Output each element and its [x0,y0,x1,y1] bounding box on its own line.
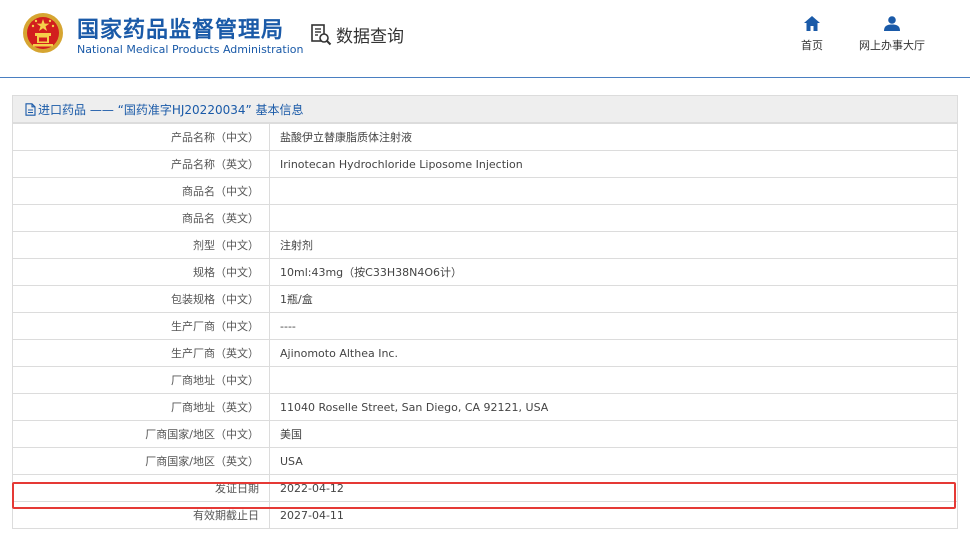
field-label: 包装规格（中文） [12,285,270,313]
field-label: 剂型（中文） [12,231,270,259]
field-value: 2022-04-12 [269,474,958,502]
org-name-en[interactable]: National Medical Products Administration [77,43,303,56]
field-label: 有效期截止日 [12,501,270,529]
panel-title-text: 进口药品 —— “国药准字HJ20220034” 基本信息 [38,102,304,117]
field-value: 10ml:43mg（按C33H38N4O6计） [269,258,958,286]
table-row-issue-date: 发证日期 2022-04-12 [12,474,958,502]
field-value: USA [269,447,958,475]
panel-title: 进口药品 —— “国药准字HJ20220034” 基本信息 [12,95,958,123]
table-row: 产品名称（中文） 盐酸伊立替康脂质体注射液 [12,123,958,151]
field-label: 规格（中文） [12,258,270,286]
document-icon [25,102,36,116]
field-label: 厂商地址（中文） [12,366,270,394]
data-query-label: 数据查询 [336,27,404,47]
field-value: 11040 Roselle Street, San Diego, CA 9212… [269,393,958,421]
field-label: 厂商地址（英文） [12,393,270,421]
field-label: 厂商国家/地区（中文） [12,420,270,448]
table-row: 有效期截止日 2027-04-11 [12,501,958,529]
table-row: 厂商地址（中文） [12,366,958,394]
field-value: 1瓶/盒 [269,285,958,313]
table-row: 商品名（英文） [12,204,958,232]
user-icon [884,16,900,31]
nav-home-label: 首页 [801,39,823,52]
table-row: 厂商地址（英文） 11040 Roselle Street, San Diego,… [12,393,958,421]
field-label: 产品名称（英文） [12,150,270,178]
document-search-icon [311,23,332,45]
table-row: 商品名（中文） [12,177,958,205]
national-emblem-icon [23,13,63,53]
nav-home[interactable]: 首页 [767,16,857,53]
field-value: Irinotecan Hydrochloride Liposome Inject… [269,150,958,178]
table-row: 生产厂商（英文） Ajinomoto Althea Inc. [12,339,958,367]
table-row: 产品名称（英文） Irinotecan Hydrochloride Liposom… [12,150,958,178]
data-query-link[interactable]: 数据查询 [310,22,404,47]
field-label: 产品名称（中文） [12,123,270,151]
field-value: 盐酸伊立替康脂质体注射液 [269,123,958,151]
field-label: 生产厂商（英文） [12,339,270,367]
field-label: 商品名（中文） [12,177,270,205]
field-value: Ajinomoto Althea Inc. [269,339,958,367]
site-header: 国家药品监督管理局 National Medical Products Admi… [0,0,970,78]
table-row: 剂型（中文） 注射剂 [12,231,958,259]
field-label: 生产厂商（中文） [12,312,270,340]
table-row: 生产厂商（中文） ---- [12,312,958,340]
field-value: 美国 [269,420,958,448]
table-row: 规格（中文） 10ml:43mg（按C33H38N4O6计） [12,258,958,286]
table-row: 厂商国家/地区（中文） 美国 [12,420,958,448]
field-value: 注射剂 [269,231,958,259]
field-value [269,366,958,394]
drug-info-panel: 进口药品 —— “国药准字HJ20220034” 基本信息 产品名称（中文） 盐酸… [12,95,958,529]
drug-info-table: 产品名称（中文） 盐酸伊立替康脂质体注射液 产品名称（英文） Irinotecan … [12,123,958,529]
field-label: 发证日期 [12,474,270,502]
field-value [269,177,958,205]
field-value [269,204,958,232]
home-icon [804,16,820,31]
field-value: ---- [269,312,958,340]
nav-online-service-hall[interactable]: 网上办事大厅 [847,16,937,53]
field-label: 厂商国家/地区（英文） [12,447,270,475]
nav-hall-label: 网上办事大厅 [859,39,925,52]
table-row: 厂商国家/地区（英文） USA [12,447,958,475]
field-value: 2027-04-11 [269,501,958,529]
org-name-cn[interactable]: 国家药品监督管理局 [77,12,284,44]
table-row: 包装规格（中文） 1瓶/盒 [12,285,958,313]
field-label: 商品名（英文） [12,204,270,232]
